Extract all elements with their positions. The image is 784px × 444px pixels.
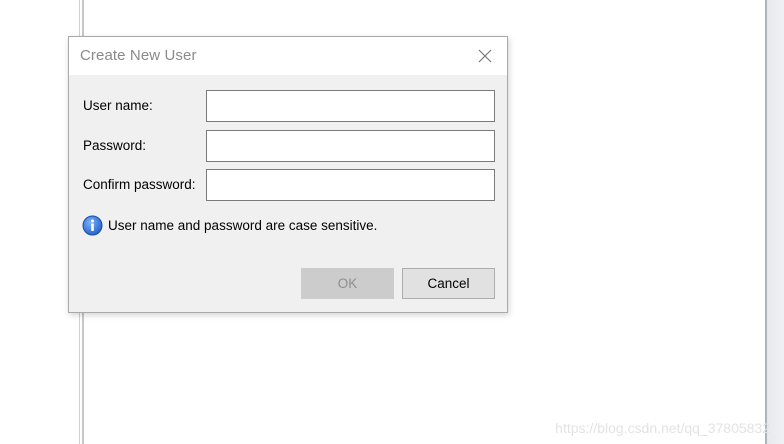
confirm-password-row: Confirm password: xyxy=(83,169,497,201)
cancel-button[interactable]: Cancel xyxy=(402,268,495,299)
background-scrollbar[interactable] xyxy=(765,0,784,444)
watermark: https://blog.csdn.net/qq_37805832 xyxy=(555,420,770,436)
password-row: Password: xyxy=(83,130,497,162)
ok-button[interactable]: OK xyxy=(301,268,394,299)
close-button[interactable] xyxy=(465,37,507,75)
password-input[interactable] xyxy=(206,130,495,162)
info-icon xyxy=(82,215,103,236)
confirm-password-input[interactable] xyxy=(206,169,495,201)
close-icon xyxy=(478,49,492,63)
username-input[interactable] xyxy=(206,90,495,122)
dialog-title: Create New User xyxy=(80,47,197,64)
create-user-dialog: Create New User User name: Password: Con… xyxy=(68,36,508,313)
password-label: Password: xyxy=(83,138,147,153)
username-label: User name: xyxy=(83,98,153,113)
dialog-titlebar[interactable]: Create New User xyxy=(69,37,507,75)
username-row: User name: xyxy=(83,90,497,122)
confirm-password-label: Confirm password: xyxy=(83,177,196,192)
info-text: User name and password are case sensitiv… xyxy=(108,218,378,233)
